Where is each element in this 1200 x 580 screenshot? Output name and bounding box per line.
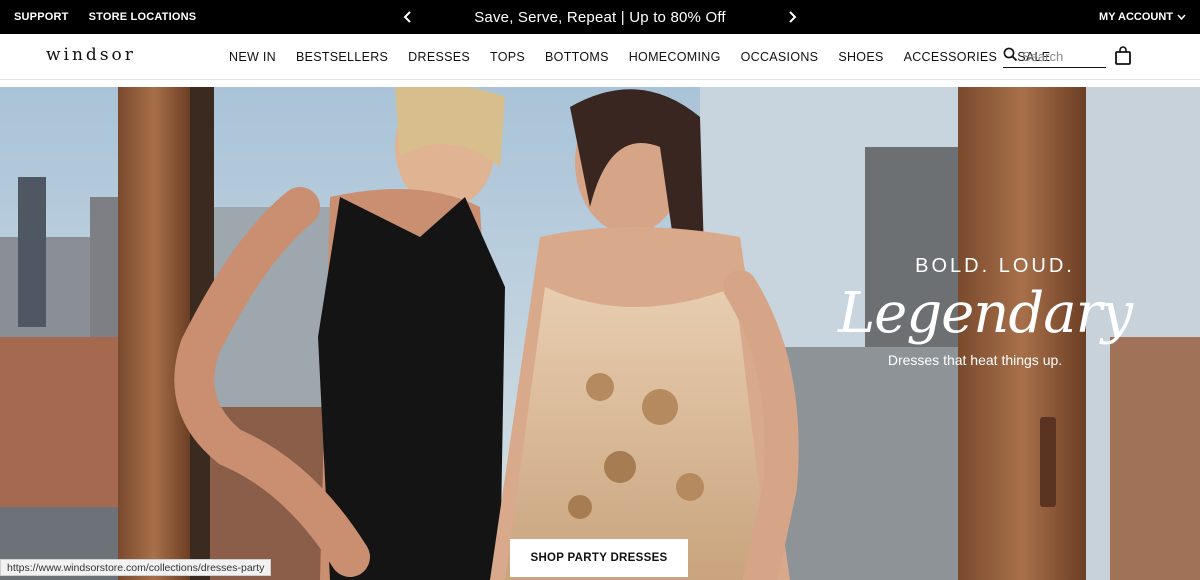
promo-carousel: Save, Serve, Repeat | Up to 80% Off [400,0,800,34]
nav-new-in[interactable]: NEW IN [229,50,276,64]
chevron-down-icon [1177,11,1186,23]
nav-occasions[interactable]: OCCASIONS [741,50,819,64]
shopping-bag-icon[interactable] [1114,46,1132,66]
chevron-left-icon[interactable] [400,9,416,25]
main-nav: NEW IN BESTSELLERS DRESSES TOPS BOTTOMS … [229,34,1050,80]
site-header: windsor NEW IN BESTSELLERS DRESSES TOPS … [0,34,1200,80]
support-link[interactable]: SUPPORT [14,11,69,23]
nav-accessories[interactable]: ACCESSORIES [904,50,998,64]
svg-text:windsor: windsor [46,45,136,65]
search-input[interactable] [1022,49,1102,64]
logo[interactable]: windsor [46,44,142,71]
nav-bestsellers[interactable]: BESTSELLERS [296,50,388,64]
nav-dresses[interactable]: DRESSES [408,50,470,64]
nav-shoes[interactable]: SHOES [838,50,883,64]
hero-subtitle: Dresses that heat things up. [887,352,1063,368]
logo-wordmark: windsor [46,45,136,65]
nav-homecoming[interactable]: HOMECOMING [629,50,721,64]
promo-text[interactable]: Save, Serve, Repeat | Up to 80% Off [474,9,726,26]
search-icon[interactable] [1003,47,1018,67]
nav-bottoms[interactable]: BOTTOMS [545,50,609,64]
hero-headline: BOLD. LOUD. [915,255,1075,277]
hero-banner[interactable]: BOLD. LOUD. Legendary Dresses that heat … [0,87,1200,580]
shop-party-dresses-button[interactable]: SHOP PARTY DRESSES [510,539,688,577]
store-locations-link[interactable]: STORE LOCATIONS [89,11,197,23]
utility-links: SUPPORT STORE LOCATIONS [14,0,196,34]
hero-script-title: Legendary [837,281,1133,346]
status-url: https://www.windsorstore.com/collections… [0,559,272,576]
my-account-menu[interactable]: MY ACCOUNT [1099,0,1186,34]
announcement-bar: SUPPORT STORE LOCATIONS Save, Serve, Rep… [0,0,1200,34]
hero-copy: BOLD. LOUD. Legendary Dresses that heat … [820,255,1150,368]
nav-tops[interactable]: TOPS [490,50,525,64]
search-box [1003,46,1106,68]
my-account-label: MY ACCOUNT [1099,11,1173,23]
chevron-right-icon[interactable] [784,9,800,25]
